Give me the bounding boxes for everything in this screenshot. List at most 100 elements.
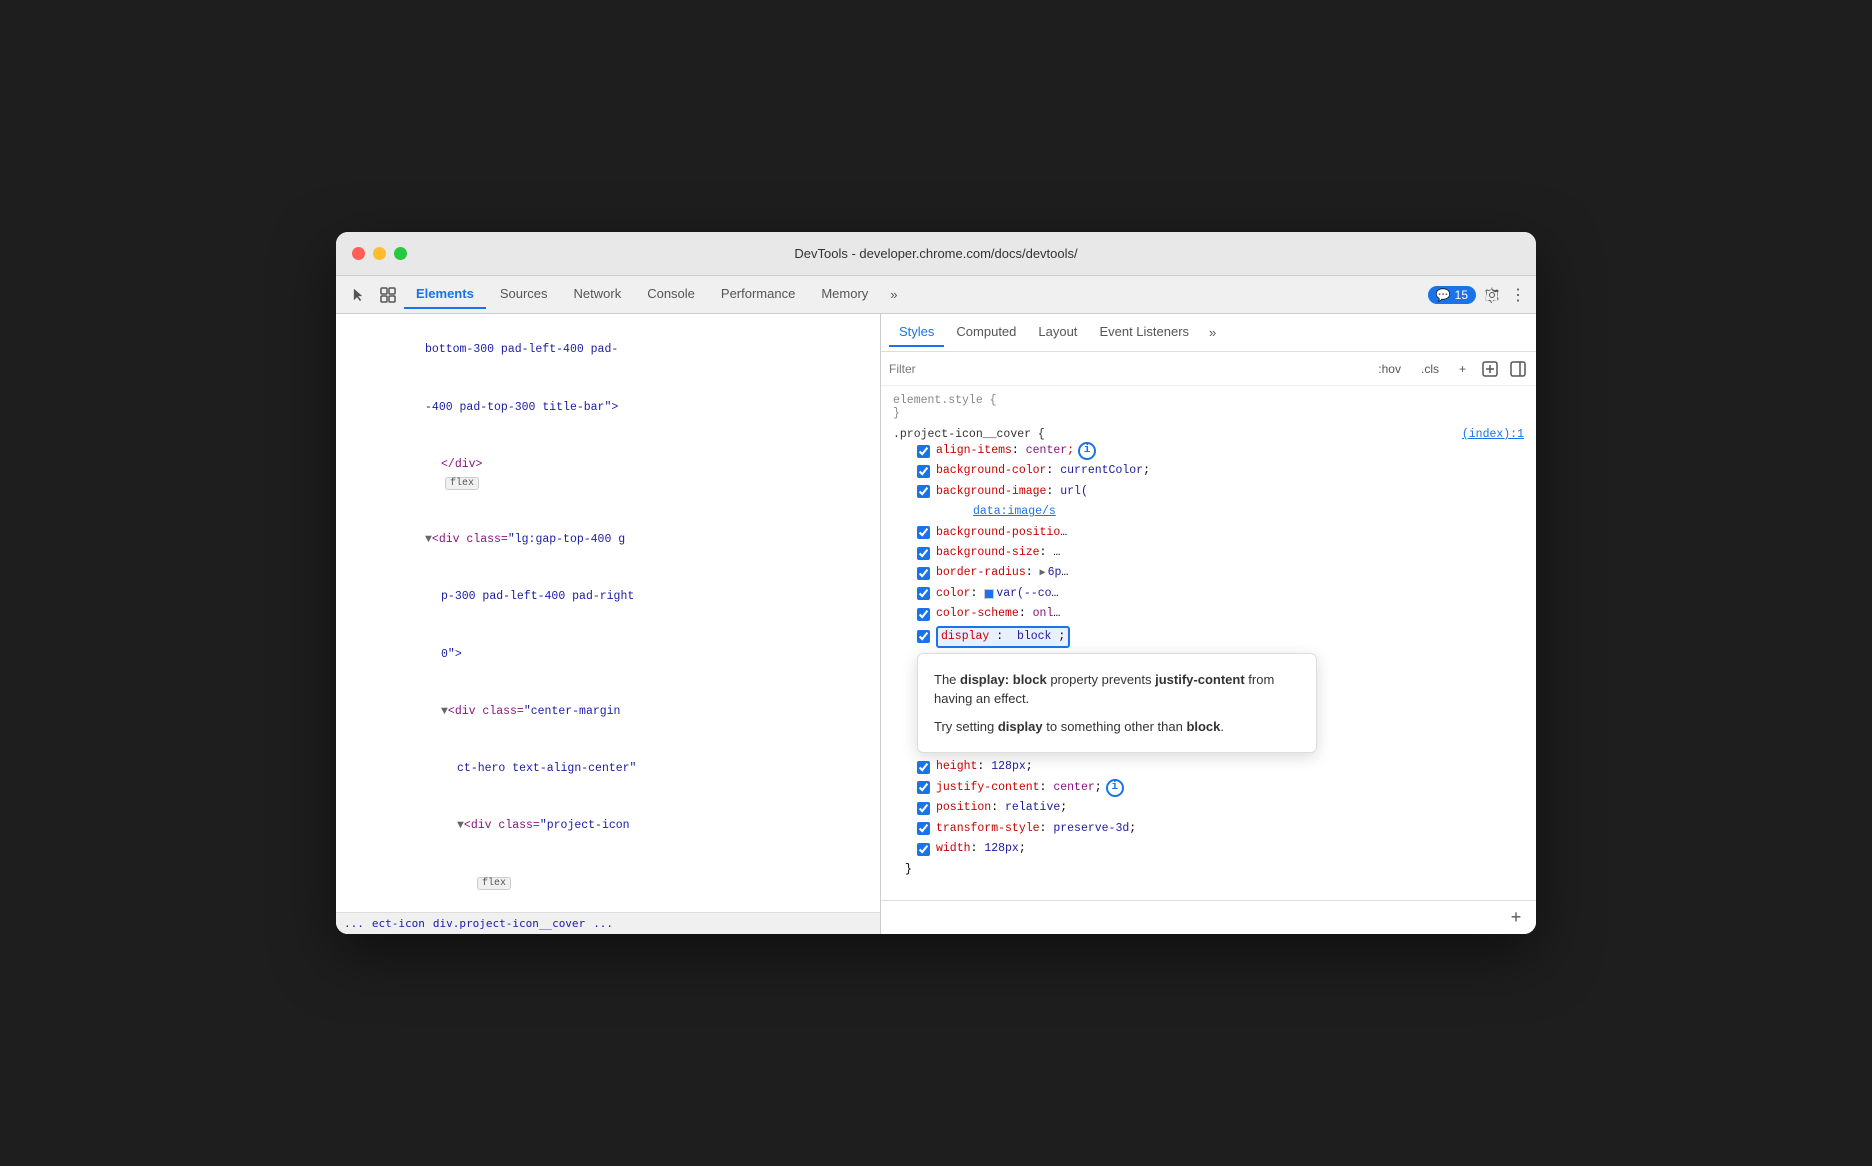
dom-text: </div> bbox=[441, 458, 482, 471]
align-items-checkbox[interactable] bbox=[917, 445, 930, 458]
dom-line[interactable]: p-300 pad-left-400 pad-right bbox=[336, 569, 880, 626]
notification-icon: 💬 bbox=[1436, 288, 1451, 302]
dom-text: p-300 pad-left-400 pad-right bbox=[441, 590, 634, 603]
expand-triangle[interactable]: ▶ bbox=[1040, 566, 1046, 582]
add-style-button[interactable]: + bbox=[1453, 360, 1472, 378]
dom-line[interactable]: ▼<div class="center-margin bbox=[336, 683, 880, 740]
cls-button[interactable]: .cls bbox=[1415, 360, 1445, 378]
tab-memory[interactable]: Memory bbox=[809, 280, 880, 309]
breadcrumb-dots-left[interactable]: ... bbox=[344, 917, 364, 930]
hov-button[interactable]: :hov bbox=[1372, 360, 1407, 378]
dom-line[interactable]: </div> flex bbox=[336, 436, 880, 512]
more-style-tabs[interactable]: » bbox=[1201, 321, 1224, 344]
background-size-checkbox[interactable] bbox=[917, 547, 930, 560]
tab-layout[interactable]: Layout bbox=[1028, 318, 1087, 347]
css-prop-transform-style: transform-style : preserve-3d ; bbox=[893, 819, 1524, 839]
tooltip-line2: Try setting display to something other t… bbox=[934, 717, 1300, 737]
settings-icon[interactable] bbox=[1478, 281, 1506, 309]
background-image-checkbox[interactable] bbox=[917, 485, 930, 498]
width-checkbox[interactable] bbox=[917, 843, 930, 856]
window-title: DevTools - developer.chrome.com/docs/dev… bbox=[794, 246, 1077, 261]
colon: : bbox=[1046, 462, 1060, 480]
breadcrumb-dots-right[interactable]: ... bbox=[593, 917, 613, 930]
styles-footer: + bbox=[881, 900, 1536, 934]
filter-input[interactable] bbox=[889, 362, 1364, 376]
background-position-checkbox[interactable] bbox=[917, 526, 930, 539]
tab-sources[interactable]: Sources bbox=[488, 280, 560, 309]
info-icon-justify[interactable]: i bbox=[1106, 779, 1124, 797]
css-prop-width: width : 128px ; bbox=[893, 839, 1524, 859]
new-style-rule-icon[interactable] bbox=[1480, 359, 1500, 379]
info-icon-align[interactable]: i bbox=[1078, 442, 1096, 460]
tab-network[interactable]: Network bbox=[562, 280, 634, 309]
tab-styles[interactable]: Styles bbox=[889, 318, 944, 347]
css-prop-background-size: background-size : … bbox=[893, 543, 1524, 563]
css-prop-name: background-positio bbox=[936, 524, 1060, 542]
transform-style-checkbox[interactable] bbox=[917, 822, 930, 835]
tooltip-bold: display: block bbox=[960, 672, 1047, 687]
styles-panel: Styles Computed Layout Event Listeners »… bbox=[881, 314, 1536, 934]
close-button[interactable] bbox=[352, 247, 365, 260]
color-swatch[interactable] bbox=[984, 589, 994, 599]
devtools-tab-bar: Elements Sources Network Console Perform… bbox=[336, 276, 1536, 314]
dom-text: <div class= bbox=[448, 705, 524, 718]
dom-text: "lg:gap-top-400 g bbox=[508, 533, 625, 546]
dom-text: -400 pad-top-300 title-bar"> bbox=[425, 401, 618, 414]
inspect-icon[interactable] bbox=[374, 281, 402, 309]
css-prop-value: onl bbox=[1033, 605, 1054, 623]
dom-line[interactable]: bottom-300 pad-left-400 pad- bbox=[336, 322, 880, 379]
dom-line[interactable]: ▼<div class="lg:gap-top-400 g bbox=[336, 512, 880, 569]
semicolon: ; bbox=[1060, 799, 1067, 817]
more-options-icon[interactable]: ⋮ bbox=[1508, 281, 1528, 309]
dom-line[interactable]: 0"> bbox=[336, 626, 880, 683]
display-checkbox[interactable] bbox=[917, 630, 930, 643]
css-tooltip: The display: block property prevents jus… bbox=[917, 653, 1317, 754]
tab-computed[interactable]: Computed bbox=[946, 318, 1026, 347]
color-scheme-checkbox[interactable] bbox=[917, 608, 930, 621]
breadcrumb-cover[interactable]: div.project-icon__cover bbox=[433, 917, 585, 930]
justify-content-checkbox[interactable] bbox=[917, 781, 930, 794]
breadcrumb-ect-icon[interactable]: ect-icon bbox=[372, 917, 425, 930]
tab-console[interactable]: Console bbox=[635, 280, 707, 309]
dom-line[interactable]: ▼<div class="project-icon bbox=[336, 798, 880, 855]
css-prop-value: currentColor bbox=[1060, 462, 1143, 480]
more-tabs-button[interactable]: » bbox=[882, 283, 905, 306]
dom-line[interactable]: flex bbox=[336, 855, 880, 912]
dom-text: 0"> bbox=[441, 648, 462, 661]
element-style-close: } bbox=[893, 407, 900, 420]
colon: : bbox=[1046, 483, 1060, 501]
tab-event-listeners[interactable]: Event Listeners bbox=[1089, 318, 1199, 347]
maximize-button[interactable] bbox=[394, 247, 407, 260]
notification-count: 15 bbox=[1455, 288, 1468, 302]
tooltip-bold3: display bbox=[998, 719, 1043, 734]
css-prop-value: url( bbox=[1060, 483, 1088, 501]
tab-elements[interactable]: Elements bbox=[404, 280, 486, 309]
flex-badge: flex bbox=[445, 477, 479, 490]
css-prop-align-items: align-items : center ; i bbox=[893, 441, 1524, 461]
position-checkbox[interactable] bbox=[917, 802, 930, 815]
devtools-window: DevTools - developer.chrome.com/docs/dev… bbox=[336, 232, 1536, 934]
css-prop-position: position : relative ; bbox=[893, 798, 1524, 818]
css-prop-name: background-image bbox=[936, 483, 1046, 501]
tab-performance[interactable]: Performance bbox=[709, 280, 807, 309]
css-source-link[interactable]: (index):1 bbox=[1462, 428, 1524, 441]
styles-toolbar: :hov .cls + bbox=[881, 352, 1536, 386]
notification-badge[interactable]: 💬 15 bbox=[1428, 286, 1476, 304]
element-style-rule: element.style { } bbox=[881, 390, 1536, 424]
data-url-link[interactable]: data:image/s bbox=[973, 503, 1056, 521]
add-rule-button[interactable]: + bbox=[1504, 906, 1528, 930]
dom-line[interactable]: -400 pad-top-300 title-bar"> bbox=[336, 379, 880, 436]
css-prop-color-scheme: color-scheme : onl … bbox=[893, 604, 1524, 624]
css-prop-color: color : var(--co … bbox=[893, 584, 1524, 604]
cursor-icon[interactable] bbox=[344, 281, 372, 309]
height-checkbox[interactable] bbox=[917, 761, 930, 774]
background-color-checkbox[interactable] bbox=[917, 465, 930, 478]
color-checkbox[interactable] bbox=[917, 587, 930, 600]
semicolon: ; bbox=[1067, 442, 1074, 460]
minimize-button[interactable] bbox=[373, 247, 386, 260]
dom-tree[interactable]: bottom-300 pad-left-400 pad- -400 pad-to… bbox=[336, 314, 880, 912]
border-radius-checkbox[interactable] bbox=[917, 567, 930, 580]
toggle-sidebar-icon[interactable] bbox=[1508, 359, 1528, 379]
dom-line[interactable]: ct-hero text-align-center" bbox=[336, 741, 880, 798]
css-prop-name: display bbox=[941, 630, 989, 643]
